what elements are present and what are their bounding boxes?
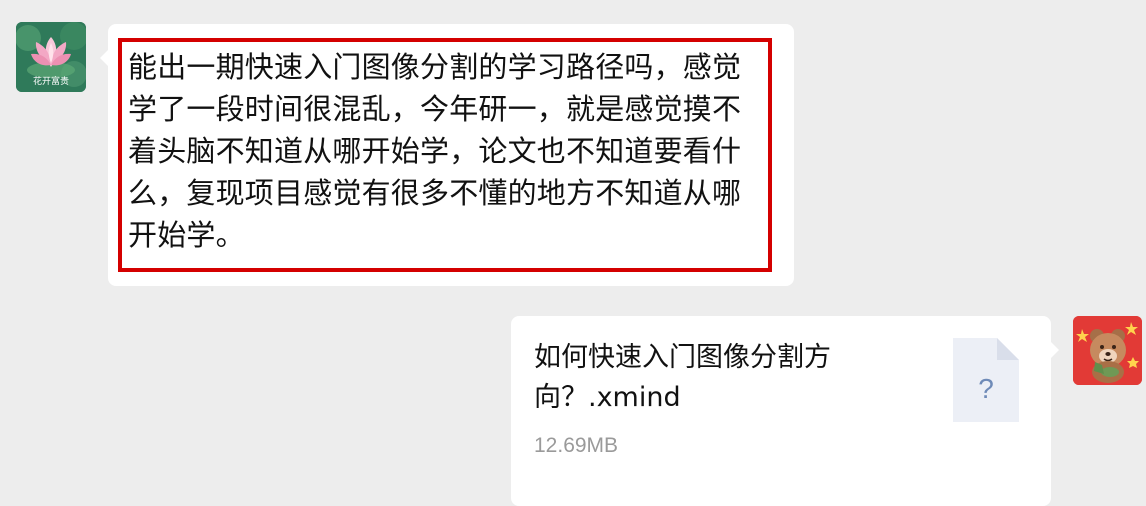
incoming-message-bubble[interactable]: 能出一期快速入门图像分割的学习路径吗，感觉学了一段时间很混乱，今年研一，就是感觉… [100,24,794,286]
cartoon-bear-avatar-icon [1073,316,1142,385]
file-size: 12.69MB [534,434,619,457]
file-message-card[interactable]: 如何快速入门图像分割方向？.xmind 12.69MB ? [511,316,1059,506]
user-avatar[interactable] [1073,316,1142,385]
file-name: 如何快速入门图像分割方向？.xmind [534,342,831,413]
unknown-file-icon: ? [953,338,1019,422]
file-icon-glyph: ? [978,373,994,404]
avatar-caption: 花开富贵 [32,77,69,87]
sender-avatar[interactable]: 花开富贵 [16,22,86,92]
message-text: 能出一期快速入门图像分割的学习路径吗，感觉学了一段时间很混乱，今年研一，就是感觉… [128,50,742,252]
